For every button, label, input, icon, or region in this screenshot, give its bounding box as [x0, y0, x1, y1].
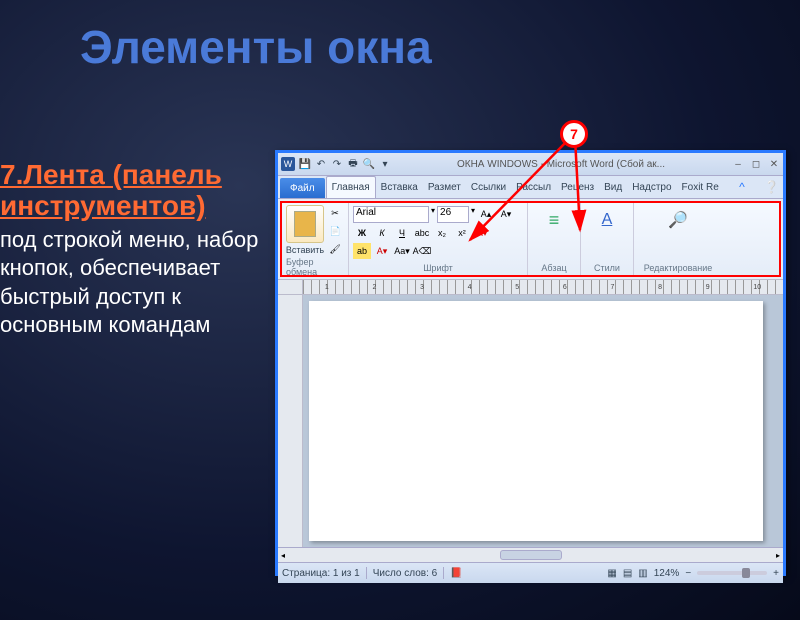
grow-font-icon[interactable]: A▴	[477, 206, 495, 222]
tab-home[interactable]: Главная	[326, 176, 376, 198]
shrink-font-icon[interactable]: A▾	[497, 206, 515, 222]
tab-references[interactable]: Ссылки	[466, 176, 511, 198]
subscript-button[interactable]: x₂	[433, 225, 451, 241]
ribbon-group-editing: 🔎 Редактирование	[634, 203, 722, 275]
view-web-icon[interactable]: ▥	[638, 568, 647, 579]
ribbon-group-paragraph: ≡ Абзац	[528, 203, 581, 275]
tab-addins[interactable]: Надстро	[627, 176, 676, 198]
editing-group-label: Редактирование	[644, 263, 713, 273]
slide-title: Элементы окна	[80, 20, 800, 74]
ruler-corner	[278, 280, 303, 294]
document-page[interactable]	[309, 301, 763, 541]
highlight-color-button[interactable]: ab	[353, 243, 371, 259]
superscript-button[interactable]: x²	[453, 225, 471, 241]
qat-preview-icon[interactable]: 🔍	[362, 157, 376, 171]
horizontal-ruler[interactable]: 12345678910	[278, 279, 783, 295]
view-print-layout-icon[interactable]: ▦	[607, 568, 616, 579]
scroll-left-icon[interactable]: ◂	[278, 551, 288, 560]
horizontal-scrollbar[interactable]: ◂ ▸	[278, 547, 783, 562]
tab-mailings[interactable]: Рассыл	[511, 176, 556, 198]
tab-view[interactable]: Вид	[599, 176, 627, 198]
zoom-slider[interactable]	[697, 571, 767, 575]
tab-review[interactable]: Реценз	[556, 176, 599, 198]
document-area	[278, 295, 783, 547]
word-window: W 💾 ↶ ↷ 🖶 🔍 ▾ ОКНА WINDOWS - Microsoft W…	[275, 150, 786, 576]
ribbon-group-font: Arial ▾ 26 ▾ A▴ A▾ Ж К Ч abc x₂ x² A▾ ab…	[349, 203, 528, 275]
status-page: Страница: 1 из 1	[282, 568, 360, 579]
description-text: под строкой меню, набор кнопок, обеспечи…	[0, 226, 260, 340]
word-app-icon: W	[281, 157, 295, 171]
paste-label: Вставить	[286, 245, 324, 255]
clipboard-group-label: Буфер обмена	[286, 257, 344, 277]
clipboard-icon	[294, 211, 316, 237]
strikethrough-button[interactable]: abc	[413, 225, 431, 241]
view-reading-icon[interactable]: ▤	[623, 568, 632, 579]
ribbon-group-styles: A Стили	[581, 203, 634, 275]
file-tab[interactable]: Файл	[280, 178, 325, 198]
ribbon-minimize-icon[interactable]: ^	[739, 176, 745, 198]
copy-icon[interactable]: 📄	[326, 223, 344, 239]
ruler-ticks: 12345678910	[303, 280, 783, 294]
paragraph-group-label: Абзац	[541, 263, 566, 273]
change-case-button[interactable]: Aa▾	[393, 243, 411, 259]
status-bar: Страница: 1 из 1 Число слов: 6 📕 ▦ ▤ ▥ 1…	[278, 562, 783, 583]
status-word-count: Число слов: 6	[373, 568, 437, 579]
format-painter-icon[interactable]: 🖌	[326, 241, 344, 257]
ribbon-group-clipboard: Вставить ✂ 📄 🖌 Буфер обмена	[282, 203, 349, 275]
zoom-out-icon[interactable]: −	[685, 568, 691, 579]
status-language-icon[interactable]: 📕	[450, 568, 462, 579]
zoom-level[interactable]: 124%	[654, 568, 680, 579]
font-name-select[interactable]: Arial	[353, 206, 429, 223]
text-effects-button[interactable]: A▾	[473, 225, 491, 241]
cut-icon[interactable]: ✂	[326, 205, 344, 221]
underline-button[interactable]: Ч	[393, 225, 411, 241]
ribbon-tabs: Файл Главная Вставка Размет Ссылки Рассы…	[278, 176, 783, 199]
styles-button[interactable]: A	[592, 205, 622, 235]
maximize-button[interactable]: ◻	[747, 159, 765, 170]
scroll-thumb[interactable]	[500, 550, 562, 560]
find-button[interactable]: 🔎	[663, 205, 693, 235]
heading-ribbon: 7.Лента (панель инструментов)	[0, 160, 260, 222]
tab-insert[interactable]: Вставка	[376, 176, 423, 198]
ribbon-toolbar: Вставить ✂ 📄 🖌 Буфер обмена Arial ▾ 26 ▾…	[280, 201, 781, 277]
qat-dropdown-icon[interactable]: ▾	[378, 157, 392, 171]
paragraph-button[interactable]: ≡	[539, 205, 569, 235]
vertical-ruler[interactable]	[278, 295, 303, 547]
explanation-text: 7.Лента (панель инструментов) под строко…	[0, 160, 260, 340]
callout-badge-7: 7	[560, 120, 588, 148]
tab-layout[interactable]: Размет	[423, 176, 466, 198]
qat-redo-icon[interactable]: ↷	[330, 157, 344, 171]
window-title: ОКНА WINDOWS - Microsoft Word (Сбой ак..…	[393, 159, 729, 170]
close-button[interactable]: ✕	[765, 159, 783, 170]
qat-save-icon[interactable]: 💾	[298, 157, 312, 171]
qat-print-icon[interactable]: 🖶	[346, 157, 360, 171]
styles-group-label: Стили	[594, 263, 620, 273]
bold-button[interactable]: Ж	[353, 225, 371, 241]
titlebar: W 💾 ↶ ↷ 🖶 🔍 ▾ ОКНА WINDOWS - Microsoft W…	[278, 153, 783, 176]
font-color-button[interactable]: A▾	[373, 243, 391, 259]
tab-foxit[interactable]: Foxit Re	[677, 176, 724, 198]
italic-button[interactable]: К	[373, 225, 391, 241]
qat-undo-icon[interactable]: ↶	[314, 157, 328, 171]
clear-formatting-button[interactable]: A⌫	[413, 243, 431, 259]
paste-button[interactable]	[286, 205, 324, 243]
scroll-right-icon[interactable]: ▸	[773, 551, 783, 560]
help-icon[interactable]: ❔	[764, 176, 779, 198]
font-size-select[interactable]: 26	[437, 206, 469, 223]
zoom-in-icon[interactable]: +	[773, 568, 779, 579]
minimize-button[interactable]: –	[729, 159, 747, 170]
font-group-label: Шрифт	[423, 263, 453, 273]
